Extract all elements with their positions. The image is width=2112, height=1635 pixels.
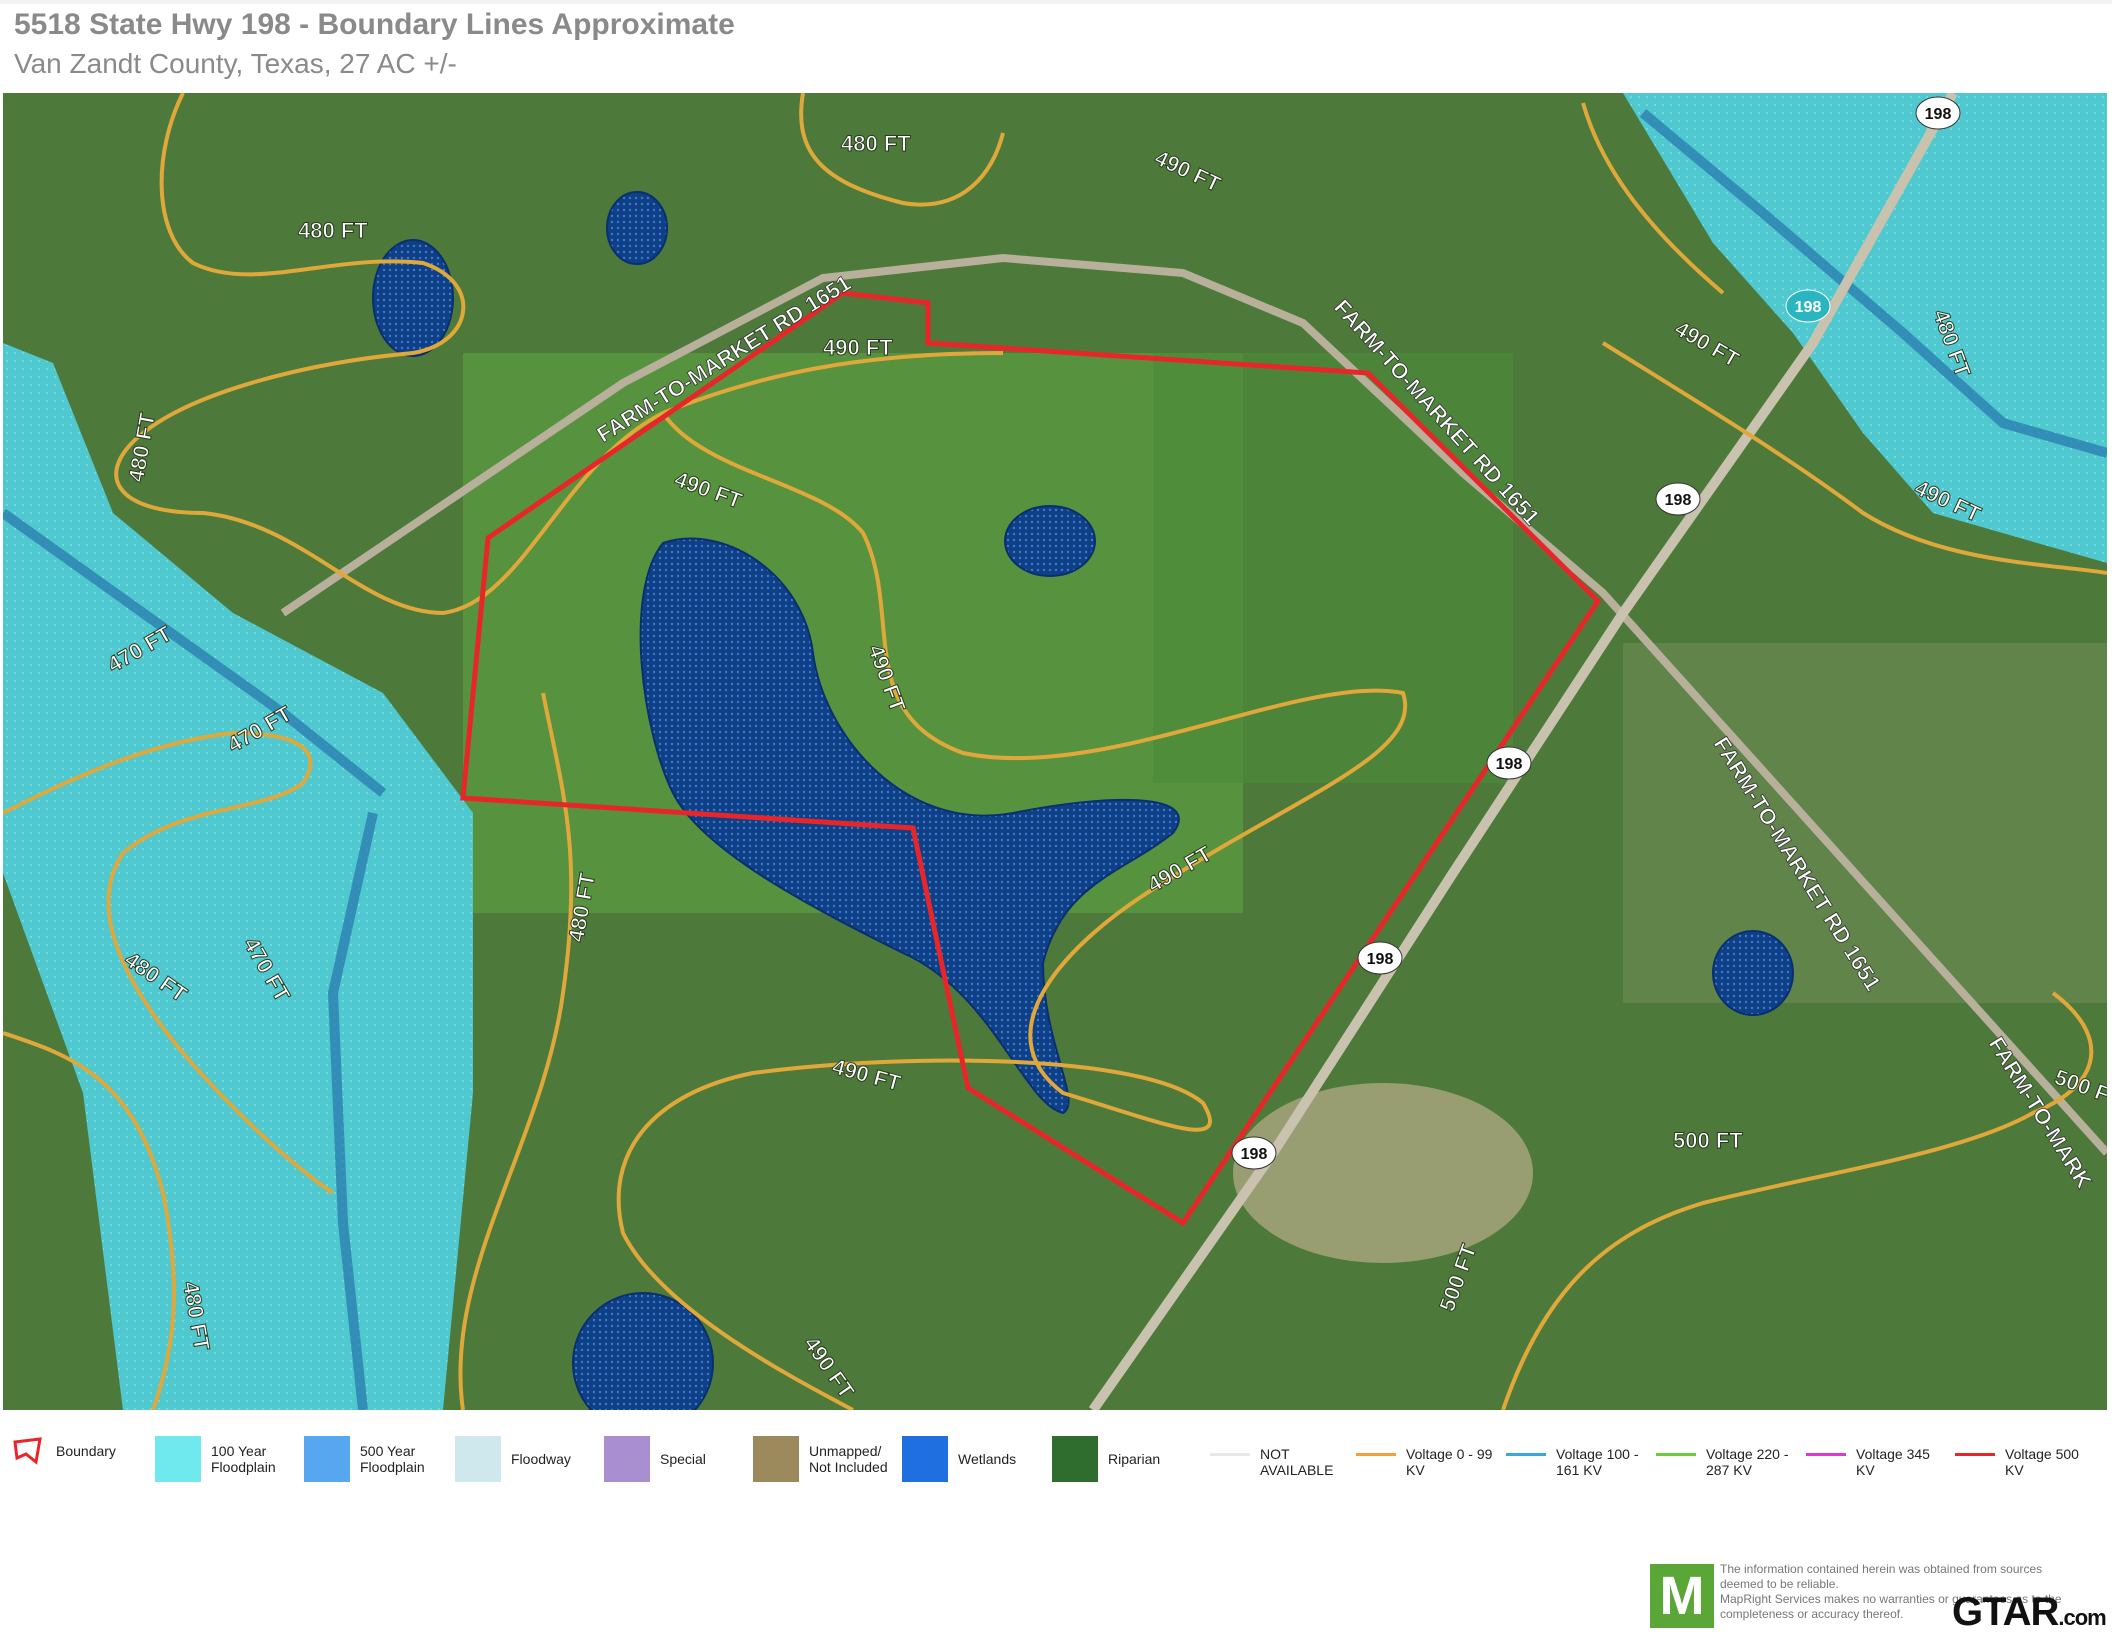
legend-line	[1210, 1452, 1250, 1456]
legend-label: Riparian	[1108, 1451, 1161, 1467]
hwy-shield-label: 198	[1925, 106, 1952, 123]
page-title: 5518 State Hwy 198 - Boundary Lines Appr…	[14, 8, 735, 41]
legend-label: Voltage 500 KV	[2005, 1446, 2079, 1478]
legend-item-floodway: Floodway	[455, 1436, 571, 1482]
hwy-shield-icon: 198	[1915, 96, 1961, 130]
hwy-shield-icon: 198	[1785, 289, 1831, 323]
legend-label: Unmapped/ Not Included	[809, 1443, 888, 1475]
legend-item-voltage-345: Voltage 345 KV	[1806, 1446, 1930, 1478]
mapright-logo: M	[1650, 1564, 1714, 1628]
legend-line	[1955, 1452, 1995, 1456]
gtar-logo: GTAR.com	[1952, 1590, 2107, 1635]
contour-label: 480 FT	[298, 218, 368, 243]
legend-item-special: Special	[604, 1436, 706, 1482]
top-divider	[0, 0, 2112, 4]
hwy-shield-label: 198	[1665, 492, 1692, 509]
legend-swatch	[155, 1436, 201, 1482]
legend-swatch	[753, 1436, 799, 1482]
legend-label: Floodway	[511, 1451, 571, 1467]
hwy-shield-label: 198	[1367, 951, 1394, 968]
hwy-shield-label: 198	[1795, 299, 1822, 316]
hwy-shield-label: 198	[1241, 1146, 1268, 1163]
legend-item-boundary: Boundary	[12, 1436, 116, 1466]
hwy-shield-icon: 198	[1357, 941, 1403, 975]
legend-label: Voltage 345 KV	[1856, 1446, 1930, 1478]
legend-line	[1506, 1452, 1546, 1456]
map-legend: Boundary 100 Year Floodplain 500 Year Fl…	[0, 1420, 2112, 1500]
legend-item-unmapped: Unmapped/ Not Included	[753, 1436, 888, 1482]
legend-label: Wetlands	[958, 1451, 1017, 1467]
legend-item-voltage-500: Voltage 500 KV	[1955, 1446, 2079, 1478]
legend-swatch	[604, 1436, 650, 1482]
contour-label: 490 FT	[823, 335, 893, 360]
legend-line	[1356, 1452, 1396, 1456]
legend-label: 500 Year Floodplain	[360, 1443, 425, 1475]
legend-label: 100 Year Floodplain	[211, 1443, 276, 1475]
wetland-north	[606, 191, 668, 265]
cleared-area	[1233, 1083, 1533, 1263]
map-canvas[interactable]: 480 FT 480 FT 490 FT 490 FT 490 FT 490 F…	[3, 93, 2107, 1410]
map-view[interactable]: 480 FT 480 FT 490 FT 490 FT 490 FT 490 F…	[3, 93, 2107, 1410]
legend-item-voltage-220-287: Voltage 220 - 287 KV	[1656, 1446, 1789, 1478]
page-subtitle: Van Zandt County, Texas, 27 AC +/-	[14, 48, 457, 79]
legend-item-voltage-100-161: Voltage 100 - 161 KV	[1506, 1446, 1639, 1478]
legend-item-voltage-0-99: Voltage 0 - 99 KV	[1356, 1446, 1492, 1478]
gtar-brand: GTAR	[1952, 1590, 2059, 1634]
gtar-brand-suffix: .com	[2058, 1605, 2106, 1630]
hwy-shield-icon: 198	[1231, 1136, 1277, 1170]
legend-item-500yr: 500 Year Floodplain	[304, 1436, 425, 1482]
legend-label: NOT AVAILABLE	[1260, 1446, 1334, 1478]
legend-item-wetlands: Wetlands	[902, 1436, 1016, 1482]
legend-item-not-available: NOT AVAILABLE	[1210, 1446, 1333, 1478]
legend-swatch	[1052, 1436, 1098, 1482]
wetland-northwest	[372, 239, 454, 357]
contour-label: 480 FT	[841, 131, 911, 156]
legend-swatch	[304, 1436, 350, 1482]
legend-label: Special	[660, 1451, 706, 1467]
legend-item-riparian: Riparian	[1052, 1436, 1160, 1482]
legend-label: Boundary	[56, 1443, 116, 1459]
hwy-shield-icon: 198	[1655, 482, 1701, 516]
legend-label: Voltage 220 - 287 KV	[1706, 1446, 1789, 1478]
wetland-small-pond	[1004, 505, 1096, 577]
contour-label: 500 FT	[1673, 1128, 1743, 1153]
legend-swatch	[902, 1436, 948, 1482]
hwy-shield-label: 198	[1496, 756, 1523, 773]
legend-line	[1806, 1452, 1846, 1456]
footer: M The information contained herein was o…	[1650, 1560, 2112, 1635]
legend-label: Voltage 0 - 99 KV	[1406, 1446, 1493, 1478]
legend-label: Voltage 100 - 161 KV	[1556, 1446, 1639, 1478]
legend-item-100yr: 100 Year Floodplain	[155, 1436, 276, 1482]
hwy-shield-icon: 198	[1486, 746, 1532, 780]
legend-line	[1656, 1452, 1696, 1456]
wetland-east	[1712, 930, 1794, 1016]
legend-swatch	[455, 1436, 501, 1482]
boundary-icon	[13, 1437, 42, 1465]
